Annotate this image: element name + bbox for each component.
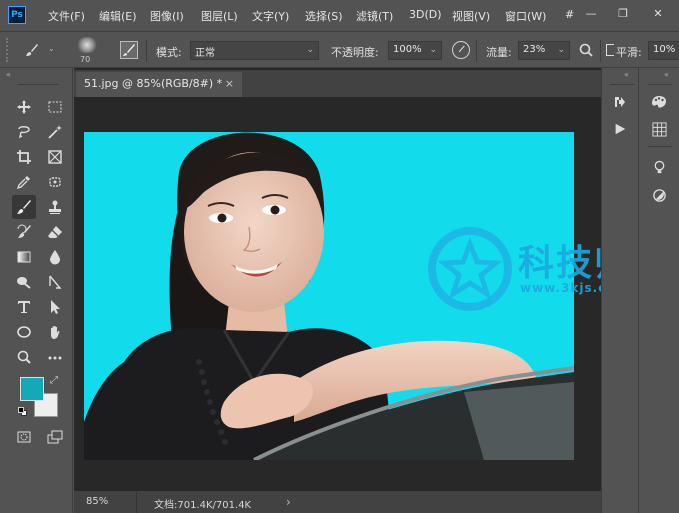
quick-select-tool-icon[interactable] xyxy=(43,120,67,144)
menu-bar: Ps 文件(F) 编辑(E) 图像(I) 图层(L) 文字(Y) 选择(S) 滤… xyxy=(0,0,679,30)
menu-filter[interactable]: 滤镜(T) xyxy=(356,8,393,24)
menu-window[interactable]: 窗口(W) xyxy=(505,8,546,24)
panel-collapse-icon[interactable]: « xyxy=(6,70,11,79)
close-tab-icon[interactable]: × xyxy=(225,77,234,90)
more-tools-icon[interactable] xyxy=(43,345,67,369)
status-menu-arrow-icon[interactable]: › xyxy=(286,495,291,509)
menu-layer[interactable]: 图层(L) xyxy=(201,8,238,24)
spot-heal-tool-icon[interactable] xyxy=(43,170,67,194)
divider xyxy=(476,40,477,62)
color-palette-icon[interactable] xyxy=(646,90,672,114)
divider xyxy=(146,40,147,62)
chevron-down-icon[interactable]: ⌄ xyxy=(557,45,565,55)
dodge-tool-icon[interactable] xyxy=(12,270,36,294)
menu-type[interactable]: 文字(Y) xyxy=(252,8,289,24)
panel-collapse-icon[interactable]: « xyxy=(664,70,669,79)
history-panel-icon[interactable] xyxy=(607,90,633,114)
foreground-color-swatch[interactable] xyxy=(20,377,44,401)
smoothing-value: 10% xyxy=(653,44,676,55)
mode-label: 模式: xyxy=(156,46,182,59)
airbrush-icon[interactable] xyxy=(578,42,594,58)
status-bar: 85% 文档:701.4K/701.4K › xyxy=(74,491,601,513)
divider xyxy=(136,491,137,513)
ellipse-tool-icon[interactable] xyxy=(12,320,36,344)
restore-button[interactable]: ❐ xyxy=(610,2,636,24)
opacity-value: 100% xyxy=(393,44,422,55)
document-info: 文档:701.4K/701.4K xyxy=(154,500,252,511)
move-tool-icon[interactable] xyxy=(12,95,36,119)
default-colors-icon[interactable] xyxy=(18,407,27,416)
brush-settings-icon[interactable] xyxy=(120,41,138,59)
marquee-tool-icon[interactable] xyxy=(43,95,67,119)
divider xyxy=(18,84,58,85)
gradient-tool-icon[interactable] xyxy=(12,245,36,269)
pressure-opacity-icon[interactable] xyxy=(452,41,470,59)
zoom-tool-icon[interactable] xyxy=(12,345,36,369)
menu-select[interactable]: 选择(S) xyxy=(305,8,343,24)
grip-handle[interactable] xyxy=(6,38,12,62)
flow-input[interactable]: 23% ⌄ xyxy=(518,41,570,60)
swatches-grid-icon[interactable] xyxy=(646,117,672,141)
menu-overflow[interactable]: # xyxy=(565,8,574,21)
divider xyxy=(610,84,634,85)
frame-tool-icon[interactable] xyxy=(43,145,67,169)
menu-image[interactable]: 图像(I) xyxy=(150,8,184,24)
smoothing-input[interactable]: 10% xyxy=(648,41,679,60)
blur-tool-icon[interactable] xyxy=(43,245,67,269)
document-tab-title: 51.jpg @ 85%(RGB/8#) * xyxy=(84,77,223,90)
photoshop-logo: Ps xyxy=(8,6,26,24)
divider xyxy=(600,40,601,62)
history-brush-tool-icon[interactable] xyxy=(12,220,36,244)
eraser-tool-icon[interactable] xyxy=(43,220,67,244)
menu-view[interactable]: 视图(V) xyxy=(452,8,490,24)
close-button[interactable]: ✕ xyxy=(645,2,671,24)
brush-tool-icon[interactable] xyxy=(12,195,36,219)
clone-stamp-tool-icon[interactable] xyxy=(43,195,67,219)
minimize-button[interactable]: — xyxy=(578,2,604,24)
menu-3d[interactable]: 3D(D) xyxy=(409,8,442,21)
path-select-tool-icon[interactable] xyxy=(43,295,67,319)
opacity-input[interactable]: 100% ⌄ xyxy=(388,41,442,60)
brush-size-label: 70 xyxy=(80,55,91,64)
divider xyxy=(648,146,672,147)
swap-colors-icon[interactable]: ⤢ xyxy=(50,375,58,386)
chevron-down-icon: ⌄ xyxy=(306,45,314,55)
crop-tool-icon[interactable] xyxy=(12,145,36,169)
actions-play-icon[interactable] xyxy=(607,117,633,141)
mode-select[interactable]: 正常 ⌄ xyxy=(190,41,319,60)
image-canvas[interactable] xyxy=(84,132,574,460)
brush-tip-preview[interactable] xyxy=(76,37,98,53)
panel-collapse-icon[interactable]: « xyxy=(624,70,629,79)
lasso-tool-icon[interactable] xyxy=(12,120,36,144)
menu-file[interactable]: 文件(F) xyxy=(48,8,85,24)
eyedropper-tool-icon[interactable] xyxy=(12,170,36,194)
type-tool-icon[interactable] xyxy=(12,295,36,319)
adjustments-icon[interactable] xyxy=(646,183,672,207)
lightbulb-icon[interactable] xyxy=(646,155,672,179)
hand-tool-icon[interactable] xyxy=(43,320,67,344)
mode-value: 正常 xyxy=(195,48,215,59)
menu-edit[interactable]: 编辑(E) xyxy=(99,8,137,24)
smoothing-label: 平滑: xyxy=(616,46,642,59)
document-tab[interactable]: 51.jpg @ 85%(RGB/8#) * × xyxy=(76,72,242,97)
pen-tool-icon[interactable] xyxy=(43,270,67,294)
quick-mask-icon[interactable] xyxy=(12,425,36,449)
smoothing-icon xyxy=(606,44,614,56)
zoom-level[interactable]: 85% xyxy=(86,496,108,507)
options-bar: ⌄ 70 模式: 正常 ⌄ 不透明度: 100% ⌄ 流量: 23% ⌄ 平滑:… xyxy=(0,31,679,68)
chevron-down-icon[interactable]: ⌄ xyxy=(429,45,437,55)
opacity-label: 不透明度: xyxy=(331,46,379,59)
chevron-down-icon[interactable]: ⌄ xyxy=(48,44,55,53)
screen-mode-icon[interactable] xyxy=(43,425,67,449)
flow-value: 23% xyxy=(523,44,546,55)
brush-preset-icon[interactable] xyxy=(20,38,44,62)
flow-label: 流量: xyxy=(486,46,512,59)
divider xyxy=(648,84,672,85)
